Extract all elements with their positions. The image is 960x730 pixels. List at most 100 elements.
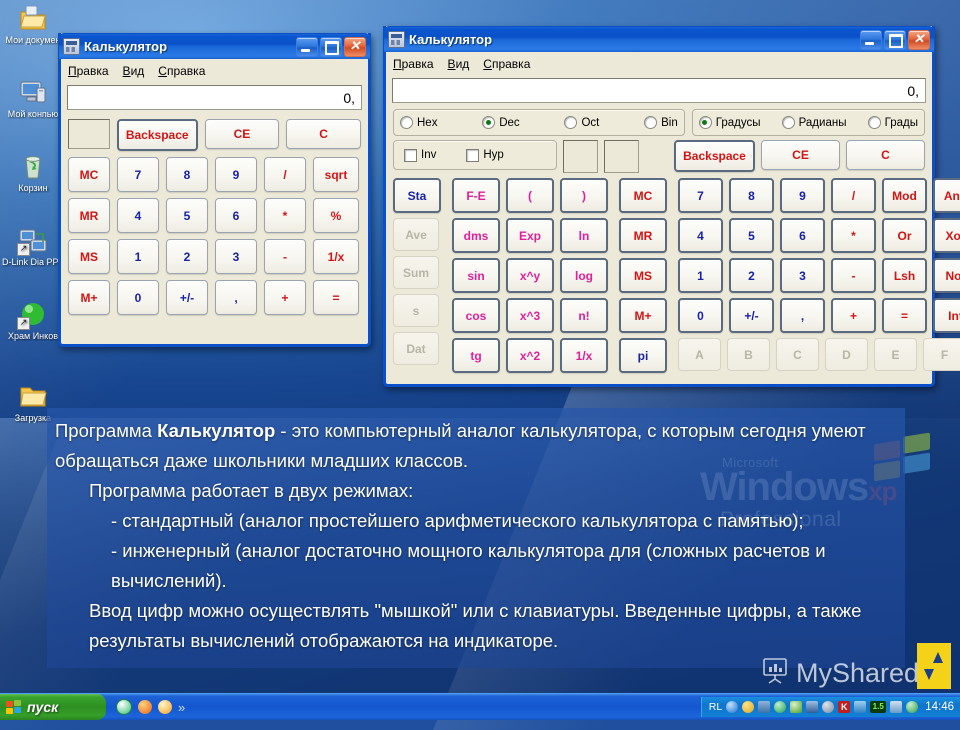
sci-mem-pi[interactable]: pi bbox=[619, 338, 667, 373]
opera-icon[interactable] bbox=[158, 700, 172, 714]
desktop-icon-hram-inkov[interactable]: ↗ Храм Инков bbox=[2, 300, 64, 341]
close-button[interactable]: ✕ bbox=[908, 29, 930, 50]
menu-item-help[interactable]: Справка bbox=[483, 57, 530, 71]
sci-num-Not[interactable]: Not bbox=[933, 258, 960, 293]
sci-num-Lsh[interactable]: Lsh bbox=[882, 258, 927, 293]
menu-item-edit[interactable]: Правка bbox=[393, 57, 434, 71]
standard-calculator-window[interactable]: Калькулятор ✕ Правка Вид Справка 0, Back… bbox=[58, 33, 371, 347]
standard-key-5[interactable]: 5 bbox=[166, 198, 208, 233]
standard-key--[interactable]: - bbox=[264, 239, 306, 274]
system-tray[interactable]: RL K 1.5 14:46 bbox=[700, 697, 960, 717]
quick-launch-chevron-icon[interactable]: » bbox=[178, 700, 185, 715]
radio-angle-градусы[interactable]: Градусы bbox=[698, 116, 760, 129]
sci-num-9[interactable]: 9 bbox=[780, 178, 825, 213]
sci-num-=[interactable]: = bbox=[882, 298, 927, 333]
number-base-group[interactable]: Hex Dec Oct Bin bbox=[393, 109, 685, 136]
standard-key-%[interactable]: % bbox=[313, 198, 359, 233]
sci-func-x^3[interactable]: x^3 bbox=[506, 298, 554, 333]
checkbox-inv[interactable]: Inv bbox=[404, 148, 436, 162]
tray-cpu-meter[interactable]: 1.5 bbox=[870, 701, 887, 713]
sci-func-x^2[interactable]: x^2 bbox=[506, 338, 554, 373]
language-indicator[interactable]: RL bbox=[709, 701, 722, 713]
sci-num-7[interactable]: 7 bbox=[678, 178, 723, 213]
standard-key-MC[interactable]: MC bbox=[68, 157, 110, 192]
standard-key-+/-[interactable]: +/- bbox=[166, 280, 208, 315]
standard-key-4[interactable]: 4 bbox=[117, 198, 159, 233]
sci-num-8[interactable]: 8 bbox=[729, 178, 774, 213]
minimize-button[interactable] bbox=[296, 36, 318, 57]
tray-show-hide-icon[interactable] bbox=[726, 701, 739, 713]
sci-num-And[interactable]: And bbox=[933, 178, 960, 213]
c-button[interactable]: C bbox=[286, 119, 361, 149]
sci-mem-MS[interactable]: MS bbox=[619, 258, 667, 293]
sci-mem-MC[interactable]: MC bbox=[619, 178, 667, 213]
close-button[interactable]: ✕ bbox=[344, 36, 366, 57]
desktop-icon-my-documents[interactable]: Мои докумен bbox=[2, 4, 64, 45]
radio-base-hex[interactable]: Hex bbox=[400, 116, 437, 129]
sci-num-,[interactable]: , bbox=[780, 298, 825, 333]
sci-num-*[interactable]: * bbox=[831, 218, 876, 253]
sci-func-dms[interactable]: dms bbox=[452, 218, 500, 253]
standard-key-8[interactable]: 8 bbox=[166, 157, 208, 192]
tray-kaspersky-icon[interactable]: K bbox=[838, 701, 851, 713]
window-controls[interactable]: ✕ bbox=[296, 36, 366, 57]
minimize-button[interactable] bbox=[860, 29, 882, 50]
sci-num-3[interactable]: 3 bbox=[780, 258, 825, 293]
sci-mem-M+[interactable]: M+ bbox=[619, 298, 667, 333]
radio-angle-грады[interactable]: Грады bbox=[867, 116, 918, 129]
tray-utorrent-icon[interactable] bbox=[774, 701, 787, 713]
sci-func-Exp[interactable]: Exp bbox=[506, 218, 554, 253]
sci-func-1/x[interactable]: 1/x bbox=[560, 338, 608, 373]
standard-key-3[interactable]: 3 bbox=[215, 239, 257, 274]
standard-key-2[interactable]: 2 bbox=[166, 239, 208, 274]
desktop-icon-my-computer[interactable]: Мой конпью bbox=[2, 78, 64, 119]
standard-key-+[interactable]: + bbox=[264, 280, 306, 315]
sci-num-2[interactable]: 2 bbox=[729, 258, 774, 293]
window-titlebar[interactable]: Калькулятор ✕ bbox=[383, 26, 935, 52]
scroll-updown-button[interactable] bbox=[917, 643, 951, 689]
sci-mem-MR[interactable]: MR bbox=[619, 218, 667, 253]
sci-func-F-E[interactable]: F-E bbox=[452, 178, 500, 213]
sci-num-/[interactable]: / bbox=[831, 178, 876, 213]
taskbar[interactable]: пуск » RL K 1.5 14:46 bbox=[0, 693, 960, 720]
start-button[interactable]: пуск bbox=[0, 694, 106, 720]
standard-key-1[interactable]: 1 bbox=[117, 239, 159, 274]
sci-num-Or[interactable]: Or bbox=[882, 218, 927, 253]
standard-key-*[interactable]: * bbox=[264, 198, 306, 233]
sci-num-+/-[interactable]: +/- bbox=[729, 298, 774, 333]
firefox-icon[interactable] bbox=[138, 700, 152, 714]
standard-key-sqrt[interactable]: sqrt bbox=[313, 157, 359, 192]
sci-func-log[interactable]: log bbox=[560, 258, 608, 293]
window-controls[interactable]: ✕ bbox=[860, 29, 930, 50]
tray-update-icon[interactable] bbox=[906, 701, 919, 713]
standard-key-,[interactable]: , bbox=[215, 280, 257, 315]
sci-func-tg[interactable]: tg bbox=[452, 338, 500, 373]
menu-item-view[interactable]: Вид bbox=[123, 64, 145, 78]
standard-key-/[interactable]: / bbox=[264, 157, 306, 192]
tray-monitor-icon[interactable] bbox=[890, 701, 903, 713]
desktop-icon-recycle-bin[interactable]: Корзин bbox=[2, 152, 64, 193]
tray-sync-icon[interactable] bbox=[822, 701, 835, 713]
sci-num-1[interactable]: 1 bbox=[678, 258, 723, 293]
utorrent-icon[interactable] bbox=[116, 699, 132, 715]
ce-button[interactable]: CE bbox=[761, 140, 840, 170]
sci-func-([interactable]: ( bbox=[506, 178, 554, 213]
standard-key-1/x[interactable]: 1/x bbox=[313, 239, 359, 274]
ce-button[interactable]: CE bbox=[204, 119, 280, 149]
sci-func-cos[interactable]: cos bbox=[452, 298, 500, 333]
tray-network-icon[interactable] bbox=[758, 701, 771, 713]
menu-item-edit[interactable]: Правка bbox=[68, 64, 109, 78]
radio-angle-радианы[interactable]: Радианы bbox=[781, 116, 846, 129]
sci-func-n![interactable]: n! bbox=[560, 298, 608, 333]
radio-base-oct[interactable]: Oct bbox=[564, 116, 599, 129]
radio-base-dec[interactable]: Dec bbox=[482, 116, 520, 129]
standard-key-7[interactable]: 7 bbox=[117, 157, 159, 192]
sci-num-Mod[interactable]: Mod bbox=[882, 178, 927, 213]
sci-func-sin[interactable]: sin bbox=[452, 258, 500, 293]
sci-num-Int[interactable]: Int bbox=[933, 298, 960, 333]
scientific-calculator-window[interactable]: Калькулятор ✕ Правка Вид Справка 0, Hex D… bbox=[383, 26, 960, 387]
sci-num-4[interactable]: 4 bbox=[678, 218, 723, 253]
standard-key-MS[interactable]: MS bbox=[68, 239, 110, 274]
backspace-button[interactable]: Backspace bbox=[116, 119, 198, 151]
standard-key-6[interactable]: 6 bbox=[215, 198, 257, 233]
